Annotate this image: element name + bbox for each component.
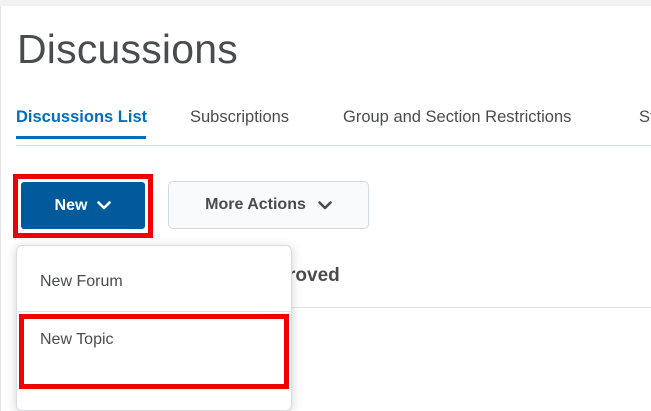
tab-bar: Discussions List Subscriptions Group and… bbox=[16, 108, 651, 145]
new-dropdown-menu: New Forum New Topic bbox=[16, 245, 292, 411]
content-divider bbox=[285, 307, 651, 308]
more-actions-label: More Actions bbox=[205, 196, 306, 213]
menu-item-new-forum[interactable]: New Forum bbox=[17, 246, 291, 312]
chevron-down-icon bbox=[318, 200, 332, 209]
menu-item-new-topic[interactable]: New Topic bbox=[17, 312, 291, 410]
tabs-divider bbox=[16, 145, 651, 146]
menu-item-new-topic-label: New Topic bbox=[40, 331, 114, 348]
new-button[interactable]: New bbox=[21, 182, 145, 229]
tab-settings-partial[interactable]: St bbox=[639, 108, 651, 127]
new-button-label: New bbox=[54, 196, 88, 214]
menu-item-new-forum-label: New Forum bbox=[40, 273, 123, 290]
tab-discussions-list[interactable]: Discussions List bbox=[16, 108, 147, 127]
tab-subscriptions[interactable]: Subscriptions bbox=[190, 108, 289, 127]
page-title: Discussions bbox=[17, 26, 238, 72]
chevron-down-icon bbox=[97, 201, 112, 210]
tab-group-and-section-restrictions[interactable]: Group and Section Restrictions bbox=[343, 108, 571, 127]
active-tab-underline bbox=[16, 136, 146, 139]
section-heading-partial: roved bbox=[288, 265, 340, 286]
more-actions-button[interactable]: More Actions bbox=[168, 181, 369, 229]
